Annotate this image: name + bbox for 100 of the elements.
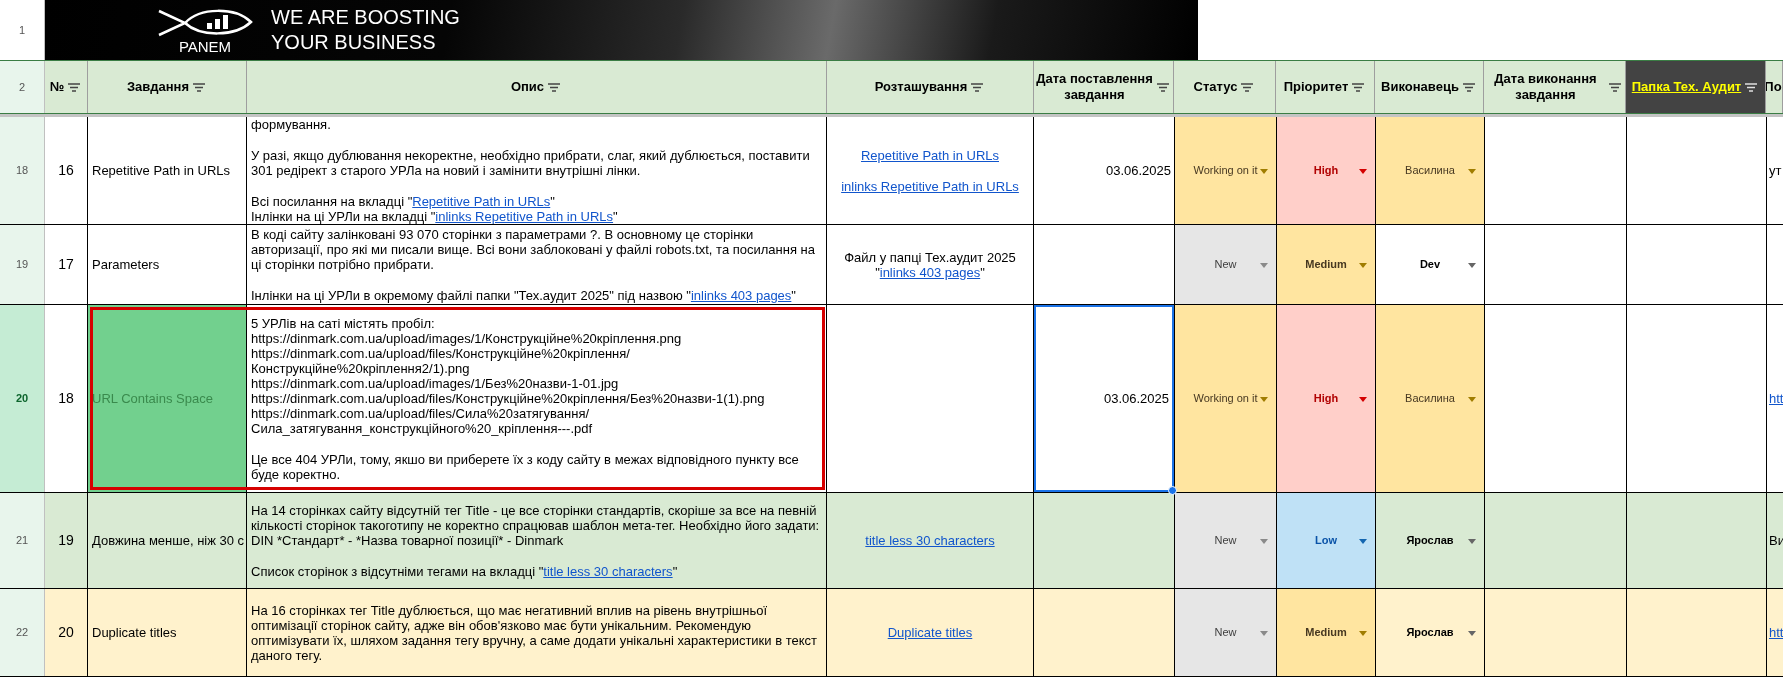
task-cell: URL Contains Space	[88, 305, 247, 492]
number-cell: 19	[45, 493, 88, 588]
cell-text: https://dinmark.com.ua/upload/files/Конструкційне%20кріплення/Без%20назви-1(1).png	[251, 390, 766, 406]
filter-icon[interactable]	[193, 82, 206, 92]
filter-icon[interactable]	[971, 82, 984, 92]
cell-text: У разі, якщо дублювання некоректне, необхідно прибрати, слаг, який дублюється, поставити 301 редірект з старого УРЛа на новий і замінити внутрішні лінки.	[251, 148, 811, 178]
caret-icon[interactable]	[1260, 396, 1268, 402]
column-header[interactable]: Завдання	[88, 61, 247, 113]
cell-text: Інлінки на ці УРЛи на вкладці "inlinks Repetitive Path in URLs"	[251, 209, 619, 224]
dropdown-chip[interactable]: Ярослав	[1375, 589, 1484, 676]
task-cell: Repetitive Path in URLs	[88, 117, 247, 224]
cell-text: Інлінки на ці УРЛи в окремому файлі папки "Тех.аудит 2025" під назвою "inlinks 403 pages"	[251, 287, 797, 303]
link[interactable]: htt	[1769, 388, 1783, 409]
task-cell: Parameters	[88, 225, 247, 304]
column-header[interactable]: По	[1766, 61, 1783, 113]
cell-text: формування.	[251, 117, 332, 132]
dropdown-chip[interactable]: Medium	[1276, 225, 1375, 304]
dropdown-chip[interactable]: Working on it	[1174, 305, 1276, 492]
cell-text: Всі посилання на вкладці "Repetitive Path in URLs"	[251, 194, 556, 209]
caret-icon[interactable]	[1260, 168, 1268, 174]
filter-icon[interactable]	[1609, 82, 1621, 92]
caret-icon[interactable]	[1468, 396, 1476, 402]
column-header[interactable]: Дата поставлення завдання	[1034, 61, 1174, 113]
cell-text: 5 УРЛів на саті містять пробіл:	[251, 315, 436, 331]
slogan-text: WE ARE BOOSTING	[271, 5, 460, 30]
cell-text: https://dinmark.com.ua/upload/files/Сила%20затягування/Сила_затягування_конструкційного%20_кріплення---.pdf	[251, 405, 593, 436]
row-number[interactable]: 21	[0, 493, 45, 588]
caret-icon[interactable]	[1468, 262, 1476, 268]
caret-icon[interactable]	[1359, 396, 1367, 402]
caret-icon[interactable]	[1359, 630, 1367, 636]
filter-icon[interactable]	[1462, 82, 1475, 92]
row-number[interactable]: 2	[0, 61, 45, 113]
filter-icon[interactable]	[68, 82, 81, 92]
cell-text: https://dinmark.com.ua/upload/images/1/Без%20назви-1-01.jpg	[251, 375, 620, 391]
dropdown-chip[interactable]: Ярослав	[1375, 493, 1484, 588]
column-header[interactable]: Розташування	[827, 61, 1034, 113]
dropdown-chip[interactable]: Василина	[1375, 305, 1484, 492]
link[interactable]: title less 30 characters	[865, 533, 995, 548]
cell-text: На 16 сторінках тег Title дублюється, що має негативний вплив на рівень внутрішньої оптимізації сторінок сайту, адже він обов'язково має бути унікальним. Рекомендую оптимізувати їх, шляхом задання тегу вручну, а саме додати унікальні характеристики в текст даного тегу.	[251, 602, 819, 663]
link[interactable]: Repetitive Path in URLs	[861, 147, 999, 163]
caret-icon[interactable]	[1260, 262, 1268, 268]
date-text: 03.06.2025	[1103, 389, 1169, 408]
link[interactable]: Duplicate titles	[887, 625, 973, 640]
column-header[interactable]: Виконавець	[1375, 61, 1484, 113]
caret-icon[interactable]	[1468, 538, 1476, 544]
number-cell: 16	[45, 117, 88, 224]
cell-text: DIN *Стандарт* - *Назва товарної позиції* - Dinmark	[251, 532, 564, 548]
link[interactable]: inlinks Repetitive Path in URLs	[435, 209, 614, 224]
number-cell: 20	[45, 589, 88, 676]
row-number[interactable]: 20	[0, 305, 45, 492]
link[interactable]: Repetitive Path in URLs	[412, 194, 551, 209]
cell-text: Список сторінок з відсутніми тегами на вкладці "title less 30 characters"	[251, 563, 679, 579]
column-header[interactable]: Пріоритет	[1276, 61, 1375, 113]
dropdown-chip[interactable]: Medium	[1276, 589, 1375, 676]
row-number[interactable]: 19	[0, 225, 45, 304]
filter-icon[interactable]	[1352, 82, 1365, 92]
dropdown-chip[interactable]: High	[1276, 117, 1375, 224]
cell-text: https://dinmark.com.ua/upload/images/1/Конструкційне%20кріплення.png	[251, 330, 683, 346]
caret-icon[interactable]	[1260, 538, 1268, 544]
caret-icon[interactable]	[1260, 630, 1268, 636]
dropdown-chip[interactable]: Dev	[1375, 225, 1484, 304]
link[interactable]: htt	[1769, 622, 1783, 643]
selected-cell[interactable]: 03.06.2025	[1034, 305, 1174, 492]
caret-icon[interactable]	[1468, 630, 1476, 636]
cell-text: "inlinks 403 pages"	[874, 264, 986, 280]
cell-text: ут	[1769, 161, 1782, 180]
task-cell: Довжина менше, ніж 30 с	[88, 493, 247, 588]
column-header[interactable]: №	[45, 61, 88, 113]
row-number[interactable]: 22	[0, 589, 45, 676]
caret-icon[interactable]	[1468, 168, 1476, 174]
filter-icon[interactable]	[1157, 82, 1169, 92]
filter-icon[interactable]	[1241, 82, 1254, 92]
dropdown-chip[interactable]: Василина	[1375, 117, 1484, 224]
logo-text: PANEM	[178, 39, 232, 55]
dropdown-chip[interactable]: Low	[1276, 493, 1375, 588]
caret-icon[interactable]	[1359, 538, 1367, 544]
link[interactable]: inlinks 403 pages	[879, 264, 981, 280]
column-header[interactable]: Папка Тех. Аудит	[1626, 61, 1766, 113]
dropdown-chip[interactable]: High	[1276, 305, 1375, 492]
row-number[interactable]: 18	[0, 117, 45, 224]
filter-icon[interactable]	[548, 82, 561, 92]
date-text: 03.06.2025	[1105, 161, 1171, 180]
column-header[interactable]: Опис	[247, 61, 827, 113]
dropdown-chip[interactable]: New	[1174, 589, 1276, 676]
dropdown-chip[interactable]: Working on it	[1174, 117, 1276, 224]
dropdown-chip[interactable]: New	[1174, 493, 1276, 588]
dropdown-chip[interactable]: New	[1174, 225, 1276, 304]
cell-text: В коді сайту залінковані 93 070 сторінки з параметрами ?. В основному це сторінки авторизації, про які ми писали вище. Всі вони заблоковані у файлі robots.txt, та посилання на ці сторінки потрібно прибрати.	[251, 226, 816, 272]
task-cell: Duplicate titles	[88, 589, 247, 676]
slogan-text: YOUR BUSINESS	[271, 30, 437, 55]
cell-text: Файл у папці Тех.аудит 2025	[844, 249, 1016, 265]
link[interactable]: inlinks Repetitive Path in URLs	[841, 178, 1019, 194]
caret-icon[interactable]	[1359, 262, 1367, 268]
cell-text: На 14 сторінках сайту відсутній тег Title - це все сторінки стандартів, скоріше за все на певній кількості сторінок такоготипу не коректно спрацював шаблон мета-тег. Необхідно його задати:	[251, 502, 821, 533]
number-cell: 17	[45, 225, 88, 304]
caret-icon[interactable]	[1359, 168, 1367, 174]
link[interactable]: title less 30 characters	[543, 563, 673, 579]
column-header[interactable]: Статус	[1174, 61, 1276, 113]
cell-text: Це все 404 УРЛи, тому, якшо ви приберете їх з коду сайту в межах відповідного пункту все буде коректно.	[251, 451, 800, 482]
link[interactable]: inlinks 403 pages	[690, 287, 792, 303]
